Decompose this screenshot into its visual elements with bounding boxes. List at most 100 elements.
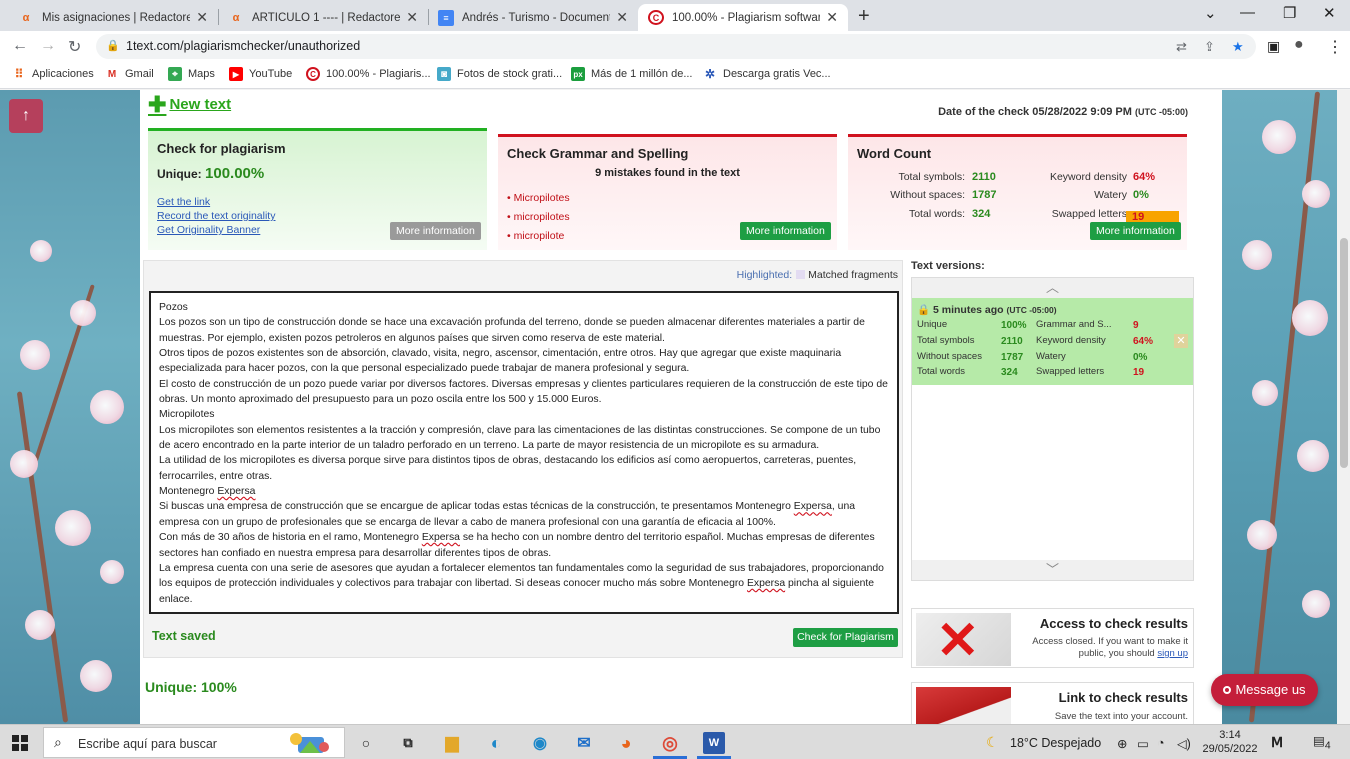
unique-result: Unique: 100.00% bbox=[157, 165, 265, 182]
restore-icon[interactable]: ❐ bbox=[1283, 4, 1296, 22]
close-tab-icon[interactable]: ✕ bbox=[826, 9, 838, 26]
check-date: Date of the check 05/28/2022 9:09 PM (UT… bbox=[938, 106, 1188, 118]
unique-summary: Unique: 100% bbox=[145, 679, 237, 695]
red-x-icon: ✕ bbox=[936, 612, 980, 670]
text-version-item[interactable]: 🔒 5 minutes ago (UTC -05:00) Unique 100%… bbox=[912, 298, 1193, 385]
close-tab-icon[interactable]: ✕ bbox=[616, 9, 628, 26]
word-count-card: Word Count Total symbols: 2110 Without s… bbox=[848, 134, 1187, 250]
scrollbar-thumb[interactable] bbox=[1340, 238, 1348, 468]
weather-text[interactable]: 18°C Despejado bbox=[1010, 736, 1101, 750]
minimize-icon[interactable]: — bbox=[1240, 4, 1255, 21]
word-count-more-info-button[interactable]: More information bbox=[1090, 222, 1181, 240]
bookmark-star-icon[interactable]: ★ bbox=[1232, 39, 1244, 55]
mistake-item[interactable]: • micropilotes bbox=[507, 208, 570, 227]
menu-kebab-icon[interactable]: ⋮ bbox=[1327, 37, 1343, 57]
checked-text-area[interactable]: Pozos Los pozos son un tipo de construcc… bbox=[149, 291, 899, 614]
notifications-icon[interactable]: ▤4 bbox=[1313, 733, 1331, 752]
taskbar-clock[interactable]: 3:14 29/05/2022 bbox=[1200, 728, 1260, 756]
link-results-card: Link to check results Save the text into… bbox=[911, 682, 1194, 724]
battery-icon[interactable]: ▭ bbox=[1137, 736, 1149, 751]
bookmark-plagiarism[interactable]: C 100.00% - Plagiaris... bbox=[306, 67, 431, 81]
close-tab-icon[interactable]: ✕ bbox=[406, 9, 418, 26]
file-explorer-icon[interactable]: ▆ bbox=[441, 732, 463, 754]
network-icon[interactable]: ⊕ bbox=[1117, 736, 1127, 751]
check-for-plagiarism-button[interactable]: Check for Plagiarism bbox=[793, 628, 898, 647]
new-text-link[interactable]: ✚ New text bbox=[148, 93, 231, 115]
volume-icon[interactable]: ◁) bbox=[1177, 736, 1191, 751]
bookmark-gmail[interactable]: M Gmail bbox=[105, 67, 154, 81]
bookmark-descarga-vectores[interactable]: ✲ Descarga gratis Vec... bbox=[703, 67, 831, 81]
gmail-icon: M bbox=[107, 68, 117, 80]
sign-up-link[interactable]: sign up bbox=[1157, 648, 1188, 659]
scroll-to-top-button[interactable]: ↑ bbox=[9, 99, 43, 133]
tab-plagiarism-checker[interactable]: C 100.00% - Plagiarism software free ✕ bbox=[638, 4, 848, 31]
reload-icon[interactable]: ↻ bbox=[68, 37, 81, 57]
blossom-graphic bbox=[90, 390, 124, 424]
originality-banner-link[interactable]: Get Originality Banner bbox=[157, 223, 275, 237]
text-paragraph: La utilidad de los micropilotes es diver… bbox=[159, 455, 857, 482]
word-icon[interactable]: W bbox=[703, 732, 725, 754]
address-bar-row: ← → ↻ 🔒 1text.com/plagiarismchecker/unau… bbox=[0, 31, 1350, 62]
message-us-button[interactable]: Message us bbox=[1211, 674, 1318, 706]
grammar-card-title: Check Grammar and Spelling bbox=[507, 146, 689, 161]
record-originality-link[interactable]: Record the text originality bbox=[157, 209, 275, 223]
close-tab-icon[interactable]: ✕ bbox=[196, 9, 208, 26]
tab-mis-asignaciones[interactable]: α Mis asignaciones | Redactores Alfa ✕ bbox=[8, 4, 218, 31]
tab-articulo-1[interactable]: α ARTÍCULO 1 ---- | Redactores Alfa ✕ bbox=[218, 4, 428, 31]
firefox-icon[interactable]: ◕ bbox=[615, 732, 637, 754]
bookmark-youtube[interactable]: ▶ YouTube bbox=[229, 67, 292, 81]
chrome-icon[interactable]: ◎ bbox=[659, 732, 681, 754]
version-grammar-label: Grammar and S... bbox=[1036, 319, 1112, 330]
new-tab-icon[interactable]: + bbox=[858, 5, 870, 28]
get-link[interactable]: Get the link bbox=[157, 195, 275, 209]
omnibox[interactable]: 🔒 1text.com/plagiarismchecker/unauthoriz… bbox=[96, 34, 1256, 59]
url-text[interactable]: 1text.com/plagiarismchecker/unauthorized bbox=[126, 39, 360, 53]
back-arrow-icon[interactable]: ← bbox=[12, 37, 28, 55]
plagiarism-card: Check for plagiarism Unique: 100.00% Get… bbox=[148, 128, 487, 250]
share-icon[interactable]: ⇪ bbox=[1204, 39, 1215, 55]
grammar-more-info-button[interactable]: More information bbox=[740, 222, 831, 240]
plagiarism-more-info-button[interactable]: More information bbox=[390, 222, 481, 240]
maps-icon: ⌖ bbox=[168, 67, 182, 81]
delete-version-icon[interactable]: ✕ bbox=[1174, 334, 1188, 348]
cortana-icon[interactable]: ○ bbox=[355, 732, 377, 754]
translate-icon[interactable]: ⇄ bbox=[1176, 39, 1187, 55]
mail-icon[interactable]: ✉ bbox=[573, 732, 595, 754]
blossom-graphic bbox=[1302, 180, 1330, 208]
bookmark-fotos-stock[interactable]: ◙ Fotos de stock grati... bbox=[437, 67, 562, 81]
edge-icon[interactable]: ◐ bbox=[485, 732, 507, 754]
spelling-error[interactable]: Expersa bbox=[217, 486, 255, 497]
input-method-icon[interactable]: Ⅿ bbox=[1271, 734, 1283, 751]
tab-google-docs[interactable]: ≡ Andrés - Turismo - Documentos de Googl… bbox=[428, 4, 638, 31]
windows-start-icon[interactable] bbox=[12, 735, 28, 751]
total-symbols-label: Total symbols: bbox=[898, 171, 965, 183]
page-scrollbar[interactable] bbox=[1337, 90, 1350, 724]
chat-status-icon bbox=[1223, 686, 1232, 694]
moon-weather-icon: ☾ bbox=[986, 734, 999, 750]
bookmark-maps[interactable]: ⌖ Maps bbox=[168, 67, 215, 81]
spelling-error[interactable]: Expersa bbox=[794, 501, 832, 512]
version-watery-value: 0% bbox=[1133, 352, 1148, 363]
lock-icon[interactable]: 🔒 bbox=[106, 39, 120, 52]
side-panel-icon[interactable]: ▣ bbox=[1267, 38, 1280, 55]
forward-arrow-icon[interactable]: → bbox=[40, 37, 56, 55]
profile-avatar-icon[interactable]: ● bbox=[1294, 36, 1304, 54]
chevron-down-icon[interactable]: ﹀ bbox=[912, 560, 1193, 580]
chat-app-icon[interactable]: ◉ bbox=[529, 732, 551, 754]
close-window-icon[interactable]: ✕ bbox=[1323, 4, 1336, 22]
chevron-up-icon[interactable]: ︿ bbox=[912, 278, 1193, 298]
tab-search-chevron-icon[interactable]: ⌄ bbox=[1204, 4, 1217, 22]
mistake-item[interactable]: • Micropilotes bbox=[507, 189, 570, 208]
task-view-icon[interactable]: ⧉ bbox=[397, 732, 419, 754]
spelling-error[interactable]: Expersa bbox=[422, 532, 460, 543]
wifi-icon[interactable]: ◔ bbox=[1157, 736, 1165, 750]
alfa-icon: α bbox=[232, 11, 240, 24]
bookmark-mas-de-un-millon[interactable]: px Más de 1 millón de... bbox=[571, 67, 693, 81]
bookmark-aplicaciones[interactable]: ⠿ Aplicaciones bbox=[12, 67, 94, 81]
mistake-item[interactable]: • micropilote bbox=[507, 227, 570, 246]
text-paragraph: Montenegro Expersa bbox=[159, 486, 256, 498]
taskbar-search-box[interactable]: ⌕ Escribe aquí para buscar bbox=[43, 727, 345, 758]
swapped-letters-label: Swapped letters bbox=[1051, 208, 1127, 220]
link-results-thumbnail bbox=[916, 687, 1011, 724]
spelling-error[interactable]: Expersa bbox=[747, 578, 785, 589]
